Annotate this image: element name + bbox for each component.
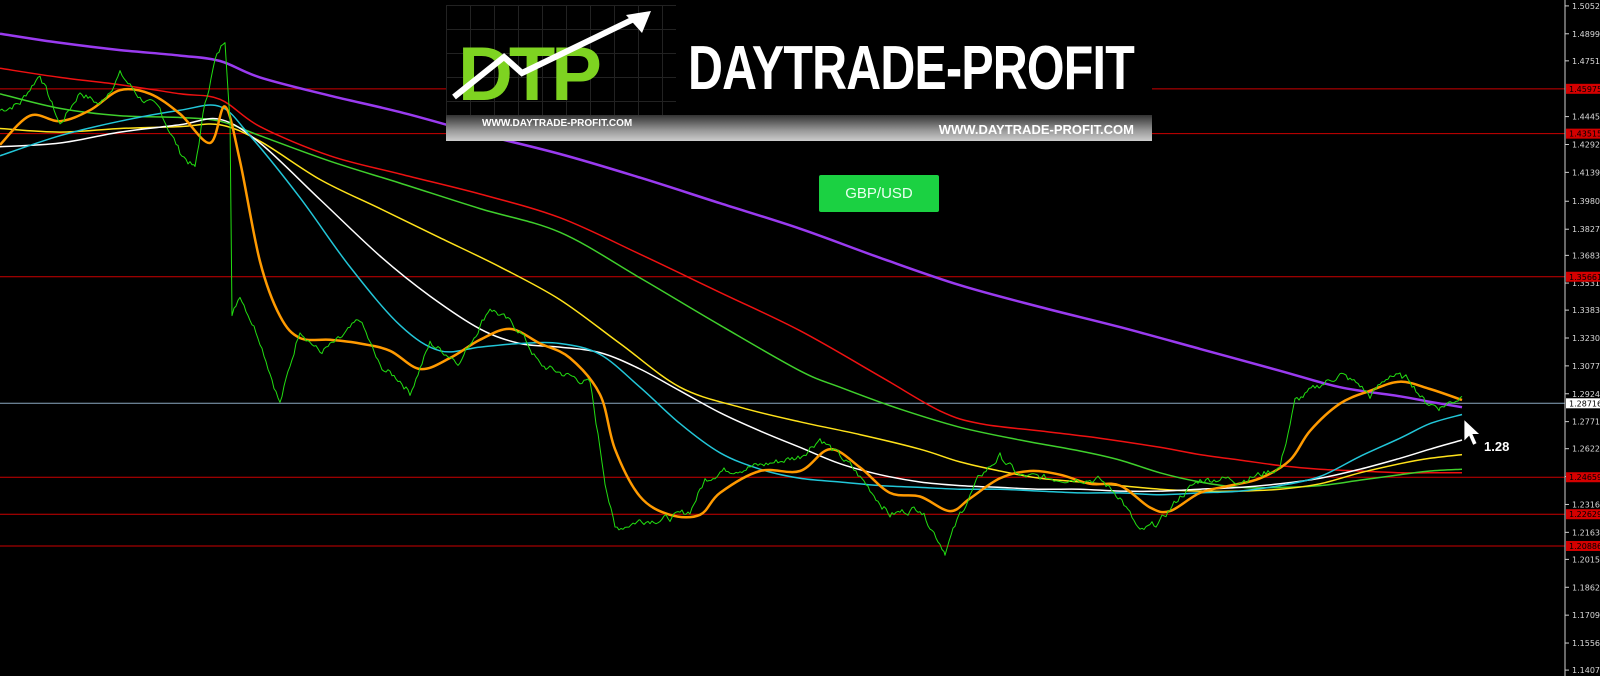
axis-tick-label: 1.44450 — [1572, 113, 1600, 122]
axis-tick-label: 1.41390 — [1572, 168, 1600, 177]
logo-url-right: WWW.DAYTRADE-PROFIT.COM — [938, 122, 1134, 137]
currency-pair-badge: GBP/USD — [819, 175, 939, 212]
axis-tick-label: 1.18620 — [1572, 583, 1600, 592]
axis-tick-label: 1.14075 — [1572, 666, 1600, 675]
axis-tick-label: 1.47510 — [1572, 57, 1600, 66]
logo-banner: DTP DAYTRADE-PROFIT WWW.DAYTRADE-PROFIT.… — [446, 5, 1152, 141]
axis-tick-label: 1.42920 — [1572, 140, 1600, 149]
level-price-label: 1.22629 — [1569, 510, 1600, 519]
axis-tick-label: 1.23165 — [1572, 500, 1600, 509]
axis-tick-label: 1.39805 — [1572, 197, 1600, 206]
level-price-label: 1.35661 — [1569, 273, 1600, 282]
axis-tick-label: 1.17090 — [1572, 611, 1600, 620]
axis-tick-label: 1.50525 — [1572, 2, 1600, 11]
logo-arrow-icon — [452, 11, 651, 100]
level-price-label: 1.24659 — [1569, 473, 1600, 482]
axis-tick-label: 1.32300 — [1572, 334, 1600, 343]
axis-tick-label: 1.26225 — [1572, 445, 1600, 454]
axis-tick-label: 1.48995 — [1572, 30, 1600, 39]
level-price-label: 1.45975 — [1569, 85, 1600, 94]
axis-tick-label: 1.36835 — [1572, 251, 1600, 260]
axis-tick-label: 1.33830 — [1572, 306, 1600, 315]
logo-url-left: WWW.DAYTRADE-PROFIT.COM — [482, 118, 633, 129]
axis-tick-label: 1.29240 — [1572, 390, 1600, 399]
axis-tick-label: 1.27710 — [1572, 418, 1600, 427]
price-axis: 1.50525 1.48995 1.47510 1.44450 1.42920 1.413… — [1564, 0, 1600, 676]
axis-tick-label: 1.21635 — [1572, 528, 1600, 537]
target-price-label: 1.28 — [1484, 439, 1510, 454]
logo-brand-name: DAYTRADE-PROFIT — [688, 34, 1135, 103]
axis-tick-label: 1.15560 — [1572, 639, 1600, 648]
level-price-label: 1.43515 — [1569, 130, 1600, 139]
axis-tick-label: 1.20150 — [1572, 555, 1600, 564]
axis-tick-label: 1.30770 — [1572, 362, 1600, 371]
level-price-label: 1.20886 — [1569, 542, 1600, 551]
current-price-label: 1.28716 — [1569, 399, 1600, 408]
axis-tick-label: 1.38270 — [1572, 225, 1600, 234]
